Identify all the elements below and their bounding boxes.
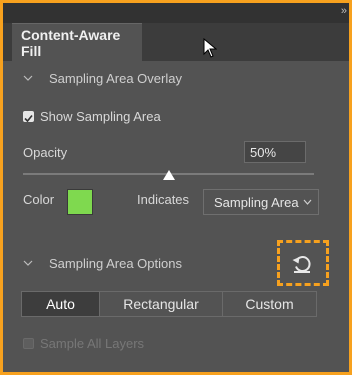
chevron-down-icon xyxy=(303,199,312,205)
indicates-label: Indicates xyxy=(137,192,190,207)
chevron-down-icon xyxy=(23,260,33,266)
mode-auto-button[interactable]: Auto xyxy=(22,292,99,316)
sampling-area-overlay-header[interactable]: Sampling Area Overlay xyxy=(3,67,349,89)
opacity-label: Opacity xyxy=(23,145,68,160)
reset-icon[interactable] xyxy=(290,251,314,275)
color-label: Color xyxy=(23,192,55,207)
overlay-color-swatch[interactable] xyxy=(67,189,93,215)
indicates-selected-value: Sampling Area xyxy=(214,194,299,210)
tab-content-aware-fill[interactable]: Content-Aware Fill xyxy=(12,23,142,61)
opacity-slider-thumb[interactable] xyxy=(162,169,176,181)
section-title: Sampling Area Options xyxy=(49,255,182,271)
indicates-dropdown[interactable]: Sampling Area xyxy=(203,189,319,215)
collapse-panel-button[interactable]: » xyxy=(341,5,347,17)
panel-title-bar: » xyxy=(3,3,349,23)
show-sampling-area-checkbox[interactable] xyxy=(23,111,34,123)
mode-custom-button[interactable]: Custom xyxy=(222,292,316,316)
checkmark-icon xyxy=(24,114,33,123)
sampling-mode-segmented-control: Auto Rectangular Custom xyxy=(21,291,317,317)
section-title: Sampling Area Overlay xyxy=(49,70,182,86)
show-sampling-area-label: Show Sampling Area xyxy=(40,109,161,124)
sample-all-layers-label: Sample All Layers xyxy=(40,336,145,351)
sample-all-layers-checkbox[interactable] xyxy=(23,338,34,349)
opacity-input[interactable]: 50% xyxy=(244,141,306,163)
chevron-down-icon xyxy=(23,75,33,81)
mode-rectangular-button[interactable]: Rectangular xyxy=(99,292,222,316)
tab-bar: Content-Aware Fill xyxy=(3,23,349,61)
content-aware-fill-panel: » Content-Aware Fill Sampling Area Overl… xyxy=(3,3,349,372)
mouse-cursor-icon xyxy=(203,38,217,58)
